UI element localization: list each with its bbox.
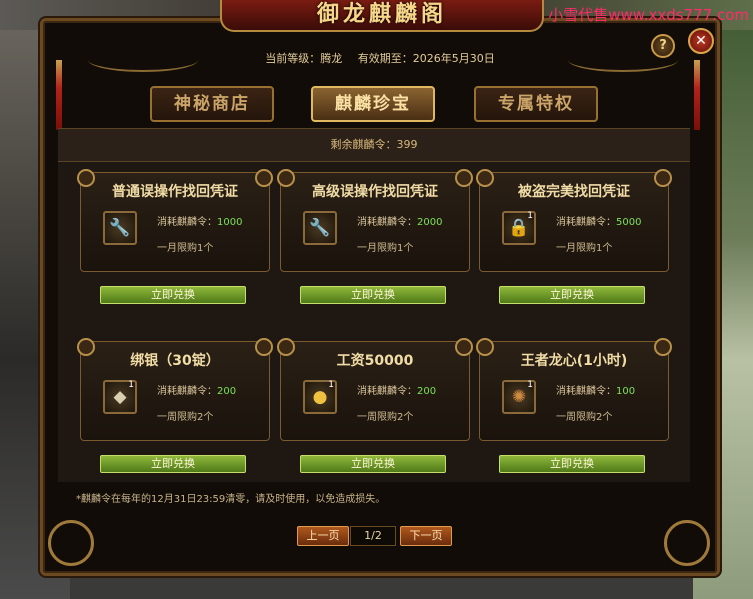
right-tassel [694,60,700,130]
watermark-text: 小雪代售www.xxds777.com [548,6,749,24]
header-ornament-right [568,48,678,72]
prev-page-button[interactable]: 上一页 [297,526,349,546]
corner-ornament [48,520,94,566]
exchange-button[interactable]: 立即兑换 [499,286,645,304]
item-limit: 一月限购1个 [357,243,414,254]
tab-exclusive-privilege[interactable]: 专属特权 [474,86,598,122]
close-button[interactable]: ✕ [688,28,714,54]
title-plate: 御龙麒麟阁 [220,0,544,32]
current-level: 当前等级：腾龙 [265,52,343,65]
item-title: 绑银（30锭） [130,353,220,369]
gold-coins-icon[interactable]: ● 1 [303,380,337,414]
item-limit: 一周限购2个 [556,412,613,423]
silver-ingot-icon[interactable]: ◆ 1 [103,380,137,414]
item-limit: 一月限购1个 [556,243,613,254]
tab-qilin-treasure[interactable]: 麒麟珍宝 [311,86,435,122]
window-title: 御龙麒麟阁 [316,1,447,27]
item-cost: 消耗麒麟令：200 [157,386,237,397]
exchange-button[interactable]: 立即兑换 [499,455,645,473]
item-title: 王者龙心(1小时) [520,353,628,369]
item-cost: 消耗麒麟令：5000 [556,217,642,228]
token-balance: 剩余麒麟令：399 [58,128,690,162]
item-cost: 消耗麒麟令：200 [357,386,437,397]
page-indicator: 1/2 [350,526,396,546]
item-title: 普通误操作找回凭证 [112,184,238,200]
item-limit: 一周限购2个 [157,412,214,423]
exchange-button[interactable]: 立即兑换 [300,286,446,304]
lock-icon[interactable]: 🔒 1 [502,211,536,245]
header-info: 当前等级：腾龙 有效期至：2026年5月30日 [180,50,580,66]
expire-date: 有效期至：2026年5月30日 [357,52,495,65]
item-card: 工资50000 ● 1 消耗麒麟令：200 一周限购2个 [277,338,473,441]
wrench-icon[interactable]: 🔧 [303,211,337,245]
next-page-button[interactable]: 下一页 [400,526,452,546]
item-card: 普通误操作找回凭证 🔧 消耗麒麟令：1000 一月限购1个 [77,169,273,272]
expiry-note: *麒麟令在每年的12月31日23:59清零，请及时使用，以免造成损失。 [76,494,386,505]
item-title: 高级误操作找回凭证 [312,184,438,200]
exchange-button[interactable]: 立即兑换 [100,455,246,473]
exchange-button[interactable]: 立即兑换 [300,455,446,473]
item-cost: 消耗麒麟令：2000 [357,217,443,228]
item-card: 高级误操作找回凭证 🔧 消耗麒麟令：2000 一月限购1个 [277,169,473,272]
item-cost: 消耗麒麟令：100 [556,386,636,397]
item-cost: 消耗麒麟令：1000 [157,217,243,228]
wrench-icon[interactable]: 🔧 [103,211,137,245]
item-card: 被盗完美找回凭证 🔒 1 消耗麒麟令：5000 一月限购1个 [476,169,672,272]
dragon-heart-icon[interactable]: ✺ 1 [502,380,536,414]
item-title: 被盗完美找回凭证 [518,184,630,200]
item-limit: 一周限购2个 [357,412,414,423]
item-card: 王者龙心(1小时) ✺ 1 消耗麒麟令：100 一周限购2个 [476,338,672,441]
tab-mystery-shop[interactable]: 神秘商店 [150,86,274,122]
item-card: 绑银（30锭） ◆ 1 消耗麒麟令：200 一周限购2个 [77,338,273,441]
exchange-button[interactable]: 立即兑换 [100,286,246,304]
item-limit: 一月限购1个 [157,243,214,254]
item-title: 工资50000 [336,353,414,369]
left-tassel [56,60,62,130]
corner-ornament [664,520,710,566]
